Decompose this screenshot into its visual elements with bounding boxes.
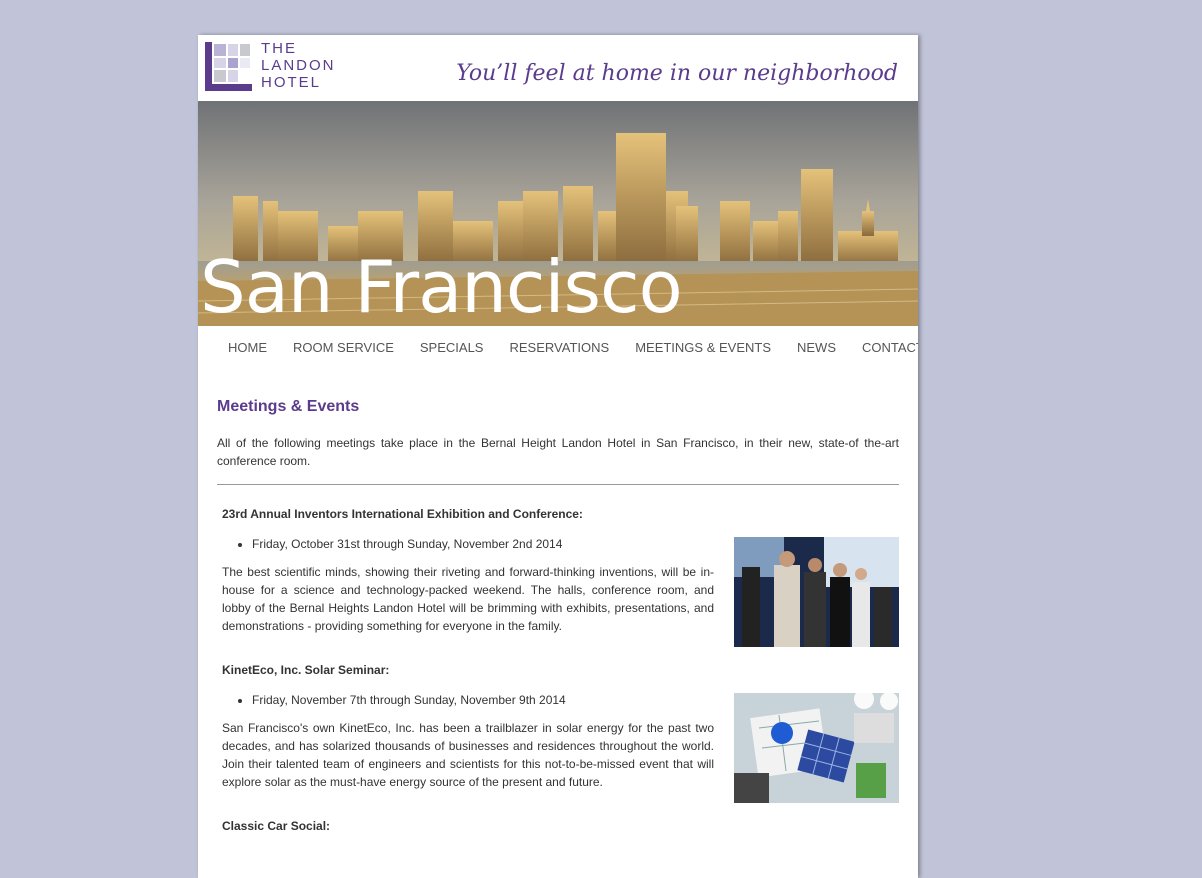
intro-text: All of the following meetings take place… [217,436,899,468]
event-title: 23rd Annual Inventors International Exhi… [222,507,583,521]
event-photo-conference [734,537,899,647]
nav-news[interactable]: NEWS [797,340,836,355]
nav-reservations[interactable]: RESERVATIONS [509,340,609,355]
logo-line-hotel: HOTEL [261,74,322,91]
event-photo-solar [734,693,899,803]
logo-line-the: THE [261,40,297,57]
nav-meetings-events[interactable]: MEETINGS & EVENTS [635,340,771,355]
event-description: San Francisco's own KinetEco, Inc. has b… [222,721,714,789]
hero-banner: San Francisco [198,101,918,326]
hotel-logo-icon[interactable] [205,42,252,91]
page-title: Meetings & Events [217,398,360,415]
site-header: THE LANDON HOTEL You’ll feel at home in … [198,35,918,101]
divider [217,484,899,485]
hotel-logo-text[interactable]: THE LANDON HOTEL [261,40,336,91]
page-container: THE LANDON HOTEL You’ll feel at home in … [198,35,918,878]
event-classic-car: Classic Car Social: [217,819,899,833]
event-inventors: 23rd Annual Inventors International Exhi… [217,507,899,647]
nav-contact[interactable]: CONTACT [862,340,918,355]
event-solar: KinetEco, Inc. Solar Seminar: Friday, No… [217,663,899,803]
logo-line-landon: LANDON [261,57,336,74]
event-description: The best scientific minds, showing their… [222,565,714,633]
tagline: You’ll feel at home in our neighborhood [456,61,898,86]
hero-title: San Francisco [200,245,683,326]
nav-room-service[interactable]: ROOM SERVICE [293,340,394,355]
nav-specials[interactable]: SPECIALS [420,340,484,355]
event-title: KinetEco, Inc. Solar Seminar: [222,663,390,677]
nav-home[interactable]: HOME [228,340,267,355]
main-nav: HOME ROOM SERVICE SPECIALS RESERVATIONS … [198,326,918,368]
main-content: Meetings & Events All of the following m… [198,368,918,833]
event-title: Classic Car Social: [222,819,331,833]
